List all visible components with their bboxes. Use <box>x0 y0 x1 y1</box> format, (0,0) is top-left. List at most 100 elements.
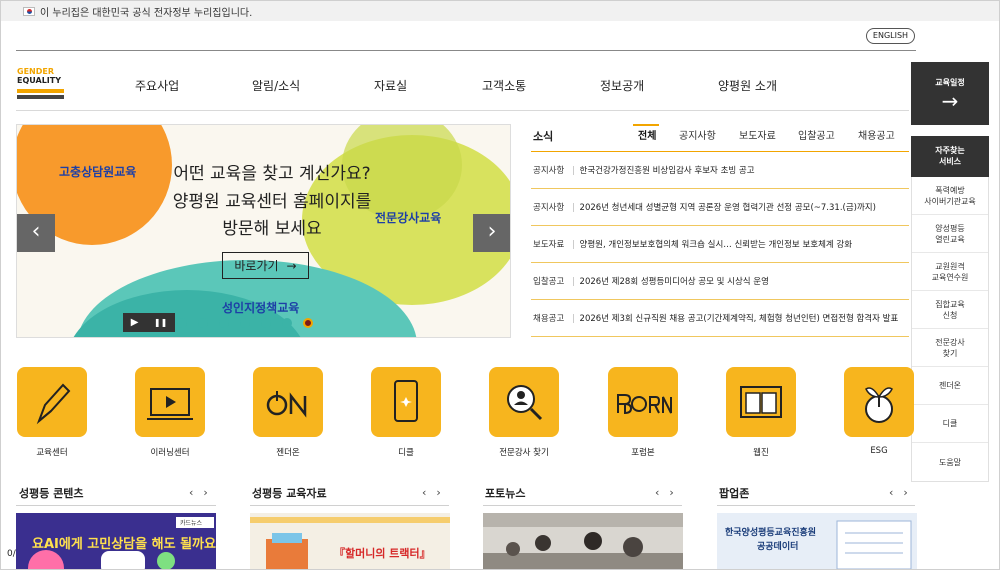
pause-icon[interactable]: ❚❚ <box>154 318 167 327</box>
service-elearning[interactable]: 이러닝센터 <box>134 367 206 458</box>
nav-item-disclosure[interactable]: 정보공개 <box>600 77 644 94</box>
service-icon-box <box>253 367 323 437</box>
edu-material-thumbnail[interactable]: 『할머니의 트랙터』 <box>250 513 450 569</box>
banner-next-button[interactable]: › <box>473 214 510 252</box>
photo-news-thumbnail[interactable] <box>483 513 683 569</box>
page-frame: 이 누리집은 대한민국 공식 전자정부 누리집입니다. ENGLISH GEND… <box>0 0 1000 570</box>
banner-headline-2: 양평원 교육센터 홈페이지를 <box>172 192 372 212</box>
popup-zone-thumbnail[interactable]: 한국양성평등교육진흥원 공공데이터 <box>717 513 917 569</box>
section-divider <box>16 505 216 506</box>
news-row[interactable]: 공지사항 2026년 청년세대 성별균형 지역 공론장 운영 협력기관 선정 공모… <box>531 189 909 226</box>
service-label: 이러닝센터 <box>150 448 190 458</box>
quick-item-dicle[interactable]: 디클 <box>912 405 988 443</box>
service-find-instructor[interactable]: 전문강사 찾기 <box>488 367 560 458</box>
service-label: 젠더온 <box>276 448 300 458</box>
popup-illustration <box>717 513 917 569</box>
card-news-badge: 카드뉴스 <box>180 520 203 527</box>
quick-item-group-education[interactable]: 집합교육 신청 <box>912 291 988 329</box>
service-forum-born[interactable]: 포럼본 <box>607 367 679 458</box>
quick-item-help[interactable]: 도움말 <box>912 443 988 481</box>
play-icon[interactable]: ▶ <box>131 317 139 328</box>
tab-recruit[interactable]: 채용공고 <box>858 127 895 142</box>
service-edu-center[interactable]: 교육센터 <box>16 367 88 458</box>
chevron-left-icon[interactable]: ‹ <box>422 486 426 499</box>
news-tab-active-indicator <box>633 124 659 126</box>
service-webzine[interactable]: 웹진 <box>725 367 797 458</box>
nav-item-main-business[interactable]: 주요사업 <box>135 77 179 94</box>
chevron-left-icon[interactable]: ‹ <box>889 486 893 499</box>
banner-dot[interactable] <box>261 318 271 328</box>
news-row[interactable]: 보도자료 양평원, 개인정보보호협의체 워크숍 실시… 신뢰받는 개인정보 보호체… <box>531 226 909 263</box>
quick-item-label: 집합교육 <box>935 299 965 309</box>
banner-dot[interactable] <box>198 318 208 328</box>
site-logo[interactable]: GENDER EQUALITY <box>17 68 65 99</box>
chevron-left-icon[interactable]: ‹ <box>655 486 659 499</box>
banner-label-counsel: 고충상담원교육 <box>59 165 137 179</box>
banner-dot[interactable] <box>282 318 292 328</box>
quick-item-teacher-training[interactable]: 교원원격 교육연수원 <box>912 253 988 291</box>
service-esg[interactable]: ESG <box>843 367 915 456</box>
news-text: 한국건강가정진흥원 비상임감사 후보자 초빙 공고 <box>579 166 755 176</box>
on-icon <box>266 391 307 418</box>
quick-item-open-education[interactable]: 양성평등 열린교육 <box>912 215 988 253</box>
service-icon-box <box>135 367 205 437</box>
header-divider <box>16 50 916 51</box>
main-navigation: 주요사업 알림/소식 자료실 고객소통 정보공개 양평원 소개 <box>96 77 816 93</box>
banner-dot[interactable] <box>219 318 229 328</box>
edu-schedule-label: 교육일정 <box>935 78 965 87</box>
quick-item-genderon[interactable]: 젠더온 <box>912 367 988 405</box>
service-genderon[interactable]: 젠더온 <box>252 367 324 458</box>
faq-label-line2: 서비스 <box>938 157 962 166</box>
quick-item-label: 교원원격 <box>935 261 965 271</box>
chevron-left-icon[interactable]: ‹ <box>189 486 193 499</box>
banner-go-button[interactable]: 바로가기 → <box>222 252 309 279</box>
banner-label-adult: 성인지정책교육 <box>222 301 300 315</box>
chevron-right-icon[interactable]: › <box>903 486 907 499</box>
banner-playback-controls: ▶ ❚❚ <box>123 313 175 332</box>
tab-press[interactable]: 보도자료 <box>739 127 776 142</box>
faq-label-line1: 자주찾는 <box>935 146 965 155</box>
news-category: 채용공고 <box>533 314 565 324</box>
news-separator <box>572 276 574 286</box>
news-row[interactable]: 채용공고 2026년 제3회 신규직원 채용 공고(기간제계약직, 체험형 청년인… <box>531 300 909 337</box>
nav-item-customer[interactable]: 고객소통 <box>482 77 526 94</box>
quick-item-label: 양성평등 <box>935 223 965 233</box>
news-row[interactable]: 입찰공고 2026년 제28회 성평등미디어상 공모 및 시상식 운영 <box>531 263 909 300</box>
edu-schedule-button[interactable]: 교육일정 → <box>911 62 989 125</box>
banner-dot[interactable] <box>303 318 313 328</box>
news-row[interactable]: 공지사항 한국건강가정진흥원 비상임감사 후보자 초빙 공고 <box>531 152 909 189</box>
service-icon-box <box>844 367 914 437</box>
news-category: 공지사항 <box>533 166 565 176</box>
chevron-right-icon[interactable]: › <box>669 486 673 499</box>
chevron-right-icon[interactable]: › <box>203 486 207 499</box>
banner-prev-button[interactable]: ‹ <box>17 214 55 252</box>
section-title-contents: 성평등 콘텐츠 <box>19 487 84 500</box>
section-arrows-photo-news: ‹ › <box>655 486 674 499</box>
tab-notice[interactable]: 공지사항 <box>679 127 716 142</box>
quick-item-find-instructor[interactable]: 전문강사 찾기 <box>912 329 988 367</box>
arrow-right-icon: → <box>941 89 959 113</box>
tab-all[interactable]: 전체 <box>638 127 656 142</box>
section-title-edu-material: 성평등 교육자료 <box>252 487 327 500</box>
news-section-title: 소식 <box>533 130 554 143</box>
nav-item-about[interactable]: 양평원 소개 <box>718 77 777 94</box>
nav-item-news[interactable]: 알림/소식 <box>252 77 300 94</box>
service-dicle[interactable]: 디클 <box>370 367 442 458</box>
chevron-right-icon[interactable]: › <box>436 486 440 499</box>
quick-service-list: 폭력예방 사이버기관교육 양성평등 열린교육 교원원격 교육연수원 집합교육 신청 전문… <box>911 177 989 482</box>
english-button[interactable]: ENGLISH <box>866 28 915 44</box>
quick-item-label: 신청 <box>942 310 958 320</box>
quick-item-violence-prevention[interactable]: 폭력예방 사이버기관교육 <box>912 177 988 215</box>
nav-item-archive[interactable]: 자료실 <box>374 77 407 94</box>
news-separator <box>572 239 574 249</box>
quick-item-label: 폭력예방 <box>935 185 965 195</box>
banner-pagination <box>177 318 313 328</box>
news-text: 양평원, 개인정보보호협의체 워크숍 실시… 신뢰받는 개인정보 보호체계 강화 <box>579 240 853 250</box>
logo-text-gender: GENDER <box>17 67 54 76</box>
news-separator <box>572 313 574 323</box>
tab-bid[interactable]: 입찰공고 <box>798 127 835 142</box>
content-card-thumbnail[interactable]: 카드뉴스 요AI에게 고민상담을 해도 될까요 <box>16 513 216 569</box>
banner-dot[interactable] <box>240 318 250 328</box>
banner-dot[interactable] <box>177 318 187 328</box>
section-divider <box>483 505 682 506</box>
